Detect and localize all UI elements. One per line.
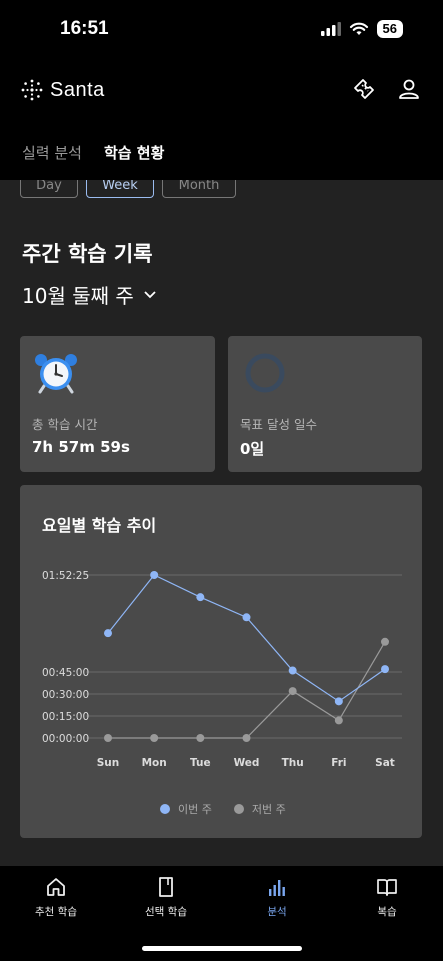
chart-legend: 이번 주 저번 주 [160, 801, 286, 817]
legend-dot [233, 804, 244, 814]
chevron-down-icon [144, 290, 156, 298]
goal-days-label: 목표 달성 일수 [240, 417, 317, 432]
analysis-tabs: 실력 분석 학습 현황 [22, 142, 164, 163]
y-tick-label: 00:15:00 [42, 711, 89, 723]
status-bar: 16:51 56 [0, 0, 443, 62]
tab-skill-analysis[interactable]: 실력 분석 [22, 142, 82, 163]
alarm-clock-icon [35, 354, 77, 394]
legend-label: 이번 주 [178, 803, 212, 816]
data-point [288, 687, 297, 696]
series-line [108, 641, 386, 739]
data-point [381, 637, 389, 646]
wifi-icon [349, 22, 368, 35]
study-time-label: 총 학습 시간 [32, 417, 98, 432]
weekly-trend-card: 요일별 학습 추이 00:00:00 00:15:00 00:30:00 00:45:… [20, 485, 422, 838]
nav-label: 선택 학습 [145, 906, 187, 918]
tab-study-status[interactable]: 학습 현황 [104, 142, 164, 163]
app-header: Santa 실력 분석 학습 현황 [0, 62, 443, 180]
x-tick-label: Fri [331, 757, 346, 769]
x-tick-label: Sat [375, 757, 395, 769]
x-tick-label: Tue [190, 757, 211, 769]
section-title: 주간 학습 기록 [22, 242, 153, 266]
data-point [334, 697, 343, 706]
santa-logo-icon [21, 79, 43, 101]
week-selector[interactable]: 10월 둘째 주 [22, 280, 156, 309]
data-point [381, 665, 389, 674]
nav-label: 분석 [267, 906, 287, 918]
battery-icon: 56 [376, 20, 403, 38]
nav-selected[interactable]: 선택 학습 [126, 876, 206, 919]
book-icon [377, 879, 397, 896]
y-tick-label: 00:00:00 [42, 733, 89, 745]
data-point [334, 716, 343, 725]
x-tick-label: Wed [234, 757, 260, 769]
nav-label: 복습 [377, 906, 397, 918]
progress-ring-icon [245, 353, 285, 393]
home-indicator [142, 946, 302, 951]
data-point [242, 734, 251, 742]
line-chart: 00:00:00 00:15:00 00:30:00 00:45:00 01:52:25… [42, 570, 402, 769]
nav-analysis[interactable]: 분석 [237, 876, 317, 919]
nav-label: 추천 학습 [35, 906, 77, 918]
legend-label: 저번 주 [251, 803, 286, 816]
series-line [107, 574, 386, 703]
x-tick-label: Thu [282, 757, 304, 769]
legend-item-last-week: 저번 주 [233, 801, 286, 817]
bookmark-icon [159, 877, 173, 897]
bar-chart-icon [269, 880, 285, 896]
x-tick-label: Mon [142, 757, 167, 769]
signal-icon [320, 22, 341, 36]
data-point [150, 571, 159, 579]
app-logo: Santa [20, 78, 105, 102]
data-point [242, 613, 251, 622]
nav-review[interactable]: 복습 [347, 876, 427, 919]
status-icons: 56 [320, 20, 403, 38]
home-icon [47, 878, 65, 896]
data-point [196, 593, 205, 602]
goal-days-value: 0일 [240, 440, 265, 458]
data-point [104, 734, 112, 742]
legend-dot [160, 804, 170, 814]
app-name: Santa [50, 78, 105, 101]
week-label: 10월 둘째 주 [22, 284, 134, 308]
legend-item-this-week: 이번 주 [160, 801, 212, 817]
ticket-icon[interactable] [351, 76, 377, 102]
status-time: 16:51 [60, 18, 109, 39]
data-point [150, 734, 159, 742]
study-time-value: 7h 57m 59s [32, 438, 130, 456]
nav-recommended[interactable]: 추천 학습 [16, 876, 96, 919]
data-point [104, 629, 112, 638]
goal-days-card: 목표 달성 일수 0일 [228, 336, 422, 472]
data-point [288, 666, 297, 675]
user-icon[interactable] [396, 76, 422, 102]
data-point [196, 734, 205, 742]
y-tick-label: 01:52:25 [42, 570, 89, 582]
y-tick-label: 00:30:00 [42, 689, 89, 701]
x-tick-label: Sun [97, 757, 120, 769]
y-tick-label: 00:45:00 [42, 667, 89, 679]
study-time-card: 총 학습 시간 7h 57m 59s [20, 336, 215, 472]
